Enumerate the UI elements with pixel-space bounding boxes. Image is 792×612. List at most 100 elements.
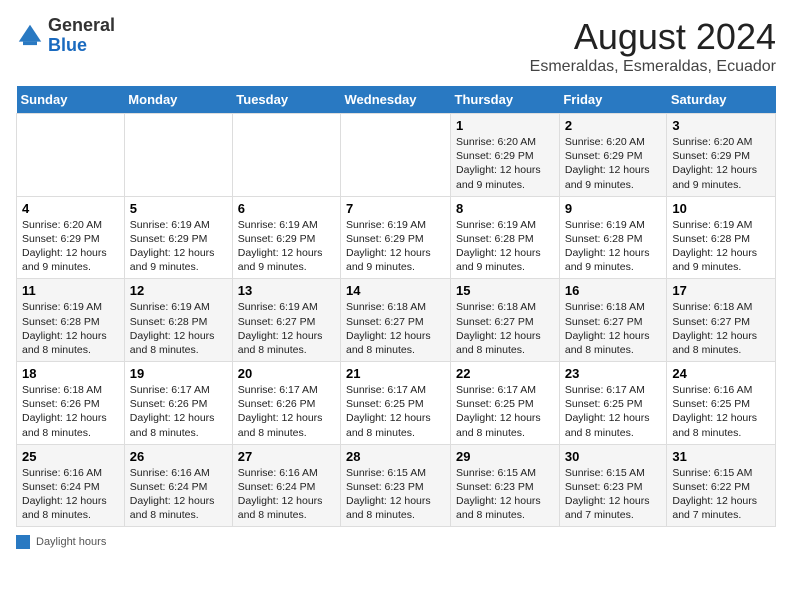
calendar-cell: 30Sunrise: 6:15 AM Sunset: 6:23 PM Dayli… — [559, 444, 667, 527]
calendar-cell: 14 Sunrise: 6:18 AM Sunset: 6:27 PM Dayli… — [341, 279, 451, 362]
logo-blue-text: Blue — [48, 35, 87, 55]
day-info: Sunrise: 6:17 AM Sunset: 6:26 PM Dayligh… — [238, 383, 335, 440]
day-number: 22 — [456, 366, 554, 381]
day-number: 17 — [672, 283, 770, 298]
calendar-cell — [341, 114, 451, 197]
calendar-cell: 10 Sunrise: 6:19 AM Sunset: 6:28 PM Dayli… — [667, 196, 776, 279]
day-info: Sunrise: 6:19 AM Sunset: 6:28 PM Dayligh… — [565, 218, 662, 275]
day-info: Sunrise: 6:16 AM Sunset: 6:25 PM Dayligh… — [672, 383, 770, 440]
weekday-header-saturday: Saturday — [667, 86, 776, 114]
calendar-table: SundayMondayTuesdayWednesdayThursdayFrid… — [16, 86, 776, 527]
day-number: 23 — [565, 366, 662, 381]
day-number: 28 — [346, 449, 445, 464]
logo-icon — [16, 22, 44, 50]
calendar-cell: 12Sunrise: 6:19 AM Sunset: 6:28 PM Dayli… — [124, 279, 232, 362]
day-number: 24 — [672, 366, 770, 381]
calendar-cell: 26 Sunrise: 6:16 AM Sunset: 6:24 PM Dayli… — [124, 444, 232, 527]
title-area: August 2024 Esmeraldas, Esmeraldas, Ecua… — [530, 16, 776, 76]
weekday-header-wednesday: Wednesday — [341, 86, 451, 114]
calendar-cell: 21Sunrise: 6:17 AM Sunset: 6:25 PM Dayli… — [341, 362, 451, 445]
day-number: 6 — [238, 201, 335, 216]
day-info: Sunrise: 6:19 AM Sunset: 6:29 PM Dayligh… — [238, 218, 335, 275]
calendar-cell: 13Sunrise: 6:19 AM Sunset: 6:27 PM Dayli… — [232, 279, 340, 362]
day-info: Sunrise: 6:16 AM Sunset: 6:24 PM Dayligh… — [238, 466, 335, 523]
day-number: 3 — [672, 118, 770, 133]
calendar-cell: 1 Sunrise: 6:20 AM Sunset: 6:29 PM Daylig… — [451, 114, 560, 197]
day-number: 21 — [346, 366, 445, 381]
calendar-cell: 6 Sunrise: 6:19 AM Sunset: 6:29 PM Daylig… — [232, 196, 340, 279]
calendar-cell: 17 Sunrise: 6:18 AM Sunset: 6:27 PM Dayli… — [667, 279, 776, 362]
day-number: 14 — [346, 283, 445, 298]
calendar-cell: 18Sunrise: 6:18 AM Sunset: 6:26 PM Dayli… — [17, 362, 125, 445]
calendar-cell: 22 Sunrise: 6:17 AM Sunset: 6:25 PM Dayli… — [451, 362, 560, 445]
day-number: 16 — [565, 283, 662, 298]
day-number: 5 — [130, 201, 227, 216]
day-info: Sunrise: 6:19 AM Sunset: 6:29 PM Dayligh… — [130, 218, 227, 275]
calendar-cell — [17, 114, 125, 197]
day-number: 8 — [456, 201, 554, 216]
calendar-week-row: 11 Sunrise: 6:19 AM Sunset: 6:28 PM Dayli… — [17, 279, 776, 362]
day-info: Sunrise: 6:20 AM Sunset: 6:29 PM Dayligh… — [22, 218, 119, 275]
day-number: 26 — [130, 449, 227, 464]
day-number: 31 — [672, 449, 770, 464]
day-info: Sunrise: 6:20 AM Sunset: 6:29 PM Dayligh… — [672, 135, 770, 192]
day-number: 11 — [22, 283, 119, 298]
day-number: 29 — [456, 449, 554, 464]
day-number: 25 — [22, 449, 119, 464]
day-number: 1 — [456, 118, 554, 133]
day-info: Sunrise: 6:17 AM Sunset: 6:25 PM Dayligh… — [456, 383, 554, 440]
day-info: Sunrise: 6:19 AM Sunset: 6:27 PM Dayligh… — [238, 300, 335, 357]
weekday-header-thursday: Thursday — [451, 86, 560, 114]
calendar-week-row: 4Sunrise: 6:20 AM Sunset: 6:29 PM Daylig… — [17, 196, 776, 279]
calendar-cell: 2 Sunrise: 6:20 AM Sunset: 6:29 PM Daylig… — [559, 114, 667, 197]
day-info: Sunrise: 6:16 AM Sunset: 6:24 PM Dayligh… — [130, 466, 227, 523]
day-info: Sunrise: 6:15 AM Sunset: 6:23 PM Dayligh… — [456, 466, 554, 523]
calendar-cell: 24 Sunrise: 6:16 AM Sunset: 6:25 PM Dayli… — [667, 362, 776, 445]
day-info: Sunrise: 6:18 AM Sunset: 6:27 PM Dayligh… — [346, 300, 445, 357]
day-number: 9 — [565, 201, 662, 216]
calendar-week-row: 25 Sunrise: 6:16 AM Sunset: 6:24 PM Dayli… — [17, 444, 776, 527]
day-number: 10 — [672, 201, 770, 216]
weekday-header-tuesday: Tuesday — [232, 86, 340, 114]
day-number: 19 — [130, 366, 227, 381]
calendar-cell: 16Sunrise: 6:18 AM Sunset: 6:27 PM Dayli… — [559, 279, 667, 362]
calendar-cell: 28Sunrise: 6:15 AM Sunset: 6:23 PM Dayli… — [341, 444, 451, 527]
calendar-cell: 11 Sunrise: 6:19 AM Sunset: 6:28 PM Dayli… — [17, 279, 125, 362]
day-info: Sunrise: 6:19 AM Sunset: 6:28 PM Dayligh… — [22, 300, 119, 357]
legend: Daylight hours — [16, 535, 776, 549]
day-info: Sunrise: 6:20 AM Sunset: 6:29 PM Dayligh… — [456, 135, 554, 192]
calendar-week-row: 1 Sunrise: 6:20 AM Sunset: 6:29 PM Daylig… — [17, 114, 776, 197]
calendar-cell: 15 Sunrise: 6:18 AM Sunset: 6:27 PM Dayli… — [451, 279, 560, 362]
calendar-cell: 29 Sunrise: 6:15 AM Sunset: 6:23 PM Dayli… — [451, 444, 560, 527]
day-info: Sunrise: 6:19 AM Sunset: 6:28 PM Dayligh… — [672, 218, 770, 275]
day-info: Sunrise: 6:18 AM Sunset: 6:26 PM Dayligh… — [22, 383, 119, 440]
day-info: Sunrise: 6:19 AM Sunset: 6:28 PM Dayligh… — [456, 218, 554, 275]
day-info: Sunrise: 6:17 AM Sunset: 6:26 PM Dayligh… — [130, 383, 227, 440]
day-info: Sunrise: 6:20 AM Sunset: 6:29 PM Dayligh… — [565, 135, 662, 192]
day-info: Sunrise: 6:18 AM Sunset: 6:27 PM Dayligh… — [672, 300, 770, 357]
day-number: 15 — [456, 283, 554, 298]
calendar-cell: 19 Sunrise: 6:17 AM Sunset: 6:26 PM Dayli… — [124, 362, 232, 445]
calendar-week-row: 18Sunrise: 6:18 AM Sunset: 6:26 PM Dayli… — [17, 362, 776, 445]
header: General Blue August 2024 Esmeraldas, Esm… — [16, 16, 776, 76]
day-info: Sunrise: 6:15 AM Sunset: 6:23 PM Dayligh… — [565, 466, 662, 523]
calendar-cell: 7Sunrise: 6:19 AM Sunset: 6:29 PM Daylig… — [341, 196, 451, 279]
day-info: Sunrise: 6:18 AM Sunset: 6:27 PM Dayligh… — [456, 300, 554, 357]
calendar-cell: 4Sunrise: 6:20 AM Sunset: 6:29 PM Daylig… — [17, 196, 125, 279]
weekday-header-monday: Monday — [124, 86, 232, 114]
day-info: Sunrise: 6:16 AM Sunset: 6:24 PM Dayligh… — [22, 466, 119, 523]
day-number: 2 — [565, 118, 662, 133]
logo-general-text: General — [48, 15, 115, 35]
day-info: Sunrise: 6:17 AM Sunset: 6:25 PM Dayligh… — [565, 383, 662, 440]
day-number: 7 — [346, 201, 445, 216]
calendar-cell: 5 Sunrise: 6:19 AM Sunset: 6:29 PM Daylig… — [124, 196, 232, 279]
calendar-cell: 23 Sunrise: 6:17 AM Sunset: 6:25 PM Dayli… — [559, 362, 667, 445]
calendar-cell: 20 Sunrise: 6:17 AM Sunset: 6:26 PM Dayli… — [232, 362, 340, 445]
calendar-cell — [232, 114, 340, 197]
legend-color-box — [16, 535, 30, 549]
legend-label: Daylight hours — [36, 536, 106, 548]
main-title: August 2024 — [530, 16, 776, 58]
weekday-header-row: SundayMondayTuesdayWednesdayThursdayFrid… — [17, 86, 776, 114]
weekday-header-friday: Friday — [559, 86, 667, 114]
day-number: 20 — [238, 366, 335, 381]
